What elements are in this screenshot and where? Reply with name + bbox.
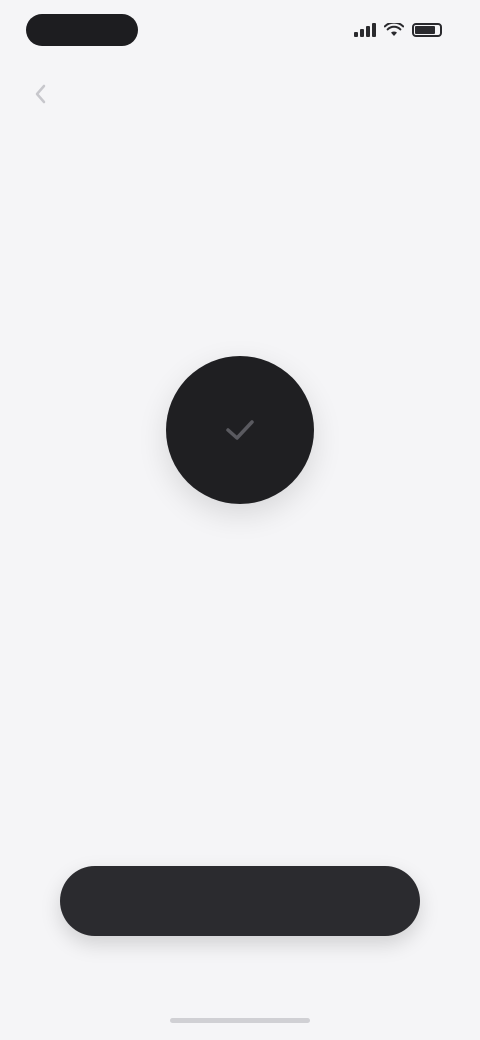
status-bar	[0, 0, 480, 64]
battery-fill	[415, 26, 436, 34]
success-badge	[166, 356, 314, 504]
wifi-icon	[384, 23, 404, 36]
status-icons	[354, 20, 442, 40]
continue-button[interactable]	[60, 866, 420, 936]
home-indicator	[170, 1018, 310, 1023]
battery-icon	[412, 23, 442, 37]
signal-bars-icon	[354, 23, 376, 37]
success-screen	[0, 0, 480, 1040]
checkmark-icon	[226, 420, 254, 440]
status-time-pill	[26, 14, 138, 46]
chevron-left-icon	[35, 84, 46, 104]
back-button[interactable]	[26, 80, 54, 108]
